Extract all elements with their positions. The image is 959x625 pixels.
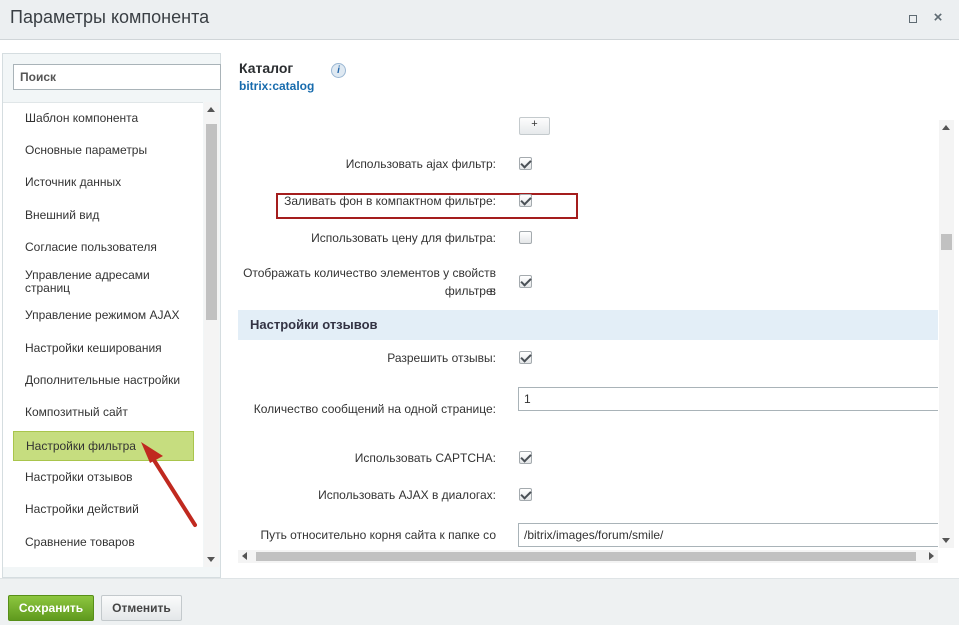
scroll-up-icon[interactable] [942,125,950,130]
sidebar-scrollbar[interactable] [204,102,219,567]
close-icon[interactable]: × [931,10,945,25]
sidebar-item-composite[interactable]: Композитный сайт [13,406,193,419]
params-hscrollbar[interactable] [238,550,938,563]
params-list: + Использовать ajax фильтр: Заливать фон… [238,116,938,562]
allow-reviews-checkbox[interactable] [519,351,532,364]
param-label-allow-reviews: Разрешить отзывы: [387,351,496,365]
param-label-smiles-path: Путь относительно корня сайта к папке со [260,528,496,542]
maximize-icon[interactable] [906,11,920,25]
scrollbar-thumb[interactable] [206,124,217,320]
param-label-ajax-dialogs: Использовать AJAX в диалогах: [318,488,496,502]
component-title: Каталог [239,60,294,76]
sidebar: Шаблон компонента Основные параметры Ист… [2,53,221,578]
sidebar-item-additional[interactable]: Дополнительные настройки [13,374,193,387]
params-scrollbar[interactable] [939,120,954,548]
sidebar-item-compare[interactable]: Сравнение товаров [13,536,193,549]
param-label-show-count-2: фильтре: [444,284,496,298]
sidebar-item-user-consent[interactable]: Согласие пользователя [13,241,193,254]
fill-compact-checkbox[interactable] [519,194,532,207]
info-icon[interactable]: i [331,63,346,78]
smiles-path-input[interactable] [518,523,938,547]
component-code: bitrix:catalog [239,79,315,93]
cancel-button[interactable]: Отменить [101,595,182,621]
add-button[interactable]: + [519,117,550,135]
sidebar-nav: Шаблон компонента Основные параметры Ист… [3,102,203,567]
window-title: Параметры компонента [10,7,210,27]
scroll-right-icon[interactable] [929,552,934,560]
hscrollbar-thumb[interactable] [256,552,916,561]
sidebar-item-template[interactable]: Шаблон компонента [13,112,193,125]
sidebar-item-appearance[interactable]: Внешний вид [13,209,193,222]
window-titlebar: Параметры компонента × [0,0,959,40]
sidebar-item-main-params[interactable]: Основные параметры [13,144,193,157]
price-filter-checkbox[interactable] [519,231,532,244]
show-count-checkbox[interactable] [519,275,532,288]
sidebar-item-ajax-mode[interactable]: Управление режимом AJAX [13,309,193,322]
dialog-content: Шаблон компонента Основные параметры Ист… [0,40,959,578]
ajax-filter-checkbox[interactable] [519,157,532,170]
messages-per-page-input[interactable] [518,387,938,411]
sidebar-item-data-source[interactable]: Источник данных [13,176,193,189]
param-label-messages-per-page: Количество сообщений на одной странице: [253,402,496,416]
save-button[interactable]: Сохранить [8,595,94,621]
scroll-left-icon[interactable] [242,552,247,560]
scroll-down-icon[interactable] [207,557,215,562]
param-label-captcha: Использовать CAPTCHA: [354,451,496,465]
scroll-down-icon[interactable] [942,538,950,543]
captcha-checkbox[interactable] [519,451,532,464]
scrollbar-thumb[interactable] [941,234,952,250]
sidebar-item-action-settings[interactable]: Настройки действий [13,503,193,516]
sidebar-item-caching[interactable]: Настройки кеширования [13,342,193,355]
sidebar-item-filter-settings[interactable]: Настройки фильтра [13,431,194,461]
search-input[interactable] [13,64,221,90]
scroll-up-icon[interactable] [207,107,215,112]
param-label-ajax-filter: Использовать ajax фильтр: [345,157,496,171]
sidebar-item-url-management[interactable]: Управление адресами страниц [13,269,183,295]
param-label-price-filter: Использовать цену для фильтра: [311,231,496,245]
dialog-footer: Сохранить Отменить [0,578,959,625]
ajax-dialogs-checkbox[interactable] [519,488,532,501]
component-panel: Каталог i bitrix:catalog + Использовать … [228,40,959,578]
section-reviews: Настройки отзывов [238,310,938,340]
sidebar-item-review-settings[interactable]: Настройки отзывов [13,471,193,484]
param-label-fill-compact: Заливать фон в компактном фильтре: [284,194,496,208]
